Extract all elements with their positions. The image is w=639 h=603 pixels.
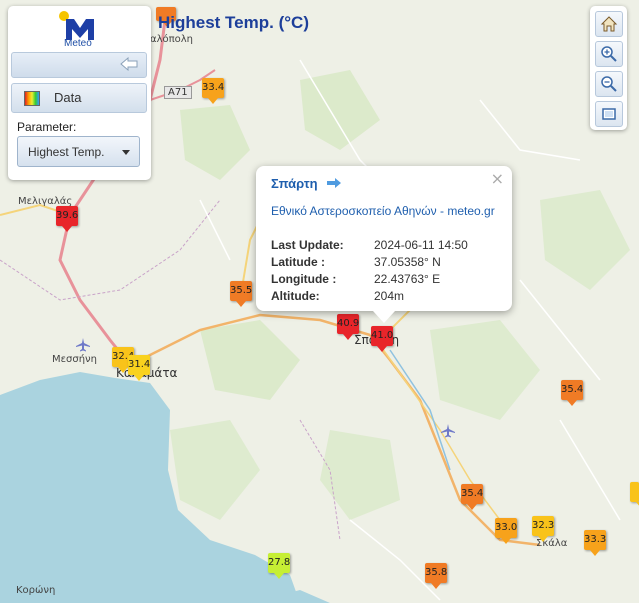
airport-icon bbox=[76, 338, 90, 352]
zoom-out-icon bbox=[601, 76, 617, 92]
station-marker[interactable]: 31.4 bbox=[128, 355, 150, 381]
zoom-in-button[interactable] bbox=[595, 41, 623, 67]
popup-field-label: Altitude: bbox=[271, 289, 320, 303]
popup-pointer bbox=[373, 311, 395, 323]
parameter-select-value: Highest Temp. bbox=[28, 145, 105, 159]
station-marker[interactable]: 35.8 bbox=[425, 563, 447, 589]
collapse-panel-button[interactable] bbox=[11, 52, 147, 78]
station-marker[interactable]: 32.3 bbox=[532, 516, 554, 542]
data-button[interactable]: Data bbox=[11, 83, 147, 113]
station-marker[interactable]: 27.8 bbox=[268, 553, 290, 579]
popup-station-name[interactable]: Σπάρτη bbox=[271, 176, 318, 191]
popup-field-value: 2024-06-11 14:50 bbox=[374, 238, 468, 252]
popup-field-value: 22.43763° E bbox=[374, 272, 441, 286]
home-button[interactable] bbox=[595, 11, 623, 37]
station-marker[interactable]: 33.3 bbox=[584, 530, 606, 556]
control-panel: Meteo Data Parameter: Highest Temp. bbox=[8, 6, 151, 180]
popup-field-value: 204m bbox=[374, 289, 405, 303]
chevron-down-icon bbox=[122, 150, 130, 155]
popup-field-label: Longitude : bbox=[271, 272, 337, 286]
home-icon bbox=[600, 16, 618, 32]
extent-icon bbox=[602, 108, 616, 120]
station-marker[interactable]: 35.4 bbox=[461, 484, 483, 510]
map-tools bbox=[590, 6, 627, 130]
station-marker-partial[interactable] bbox=[630, 482, 639, 508]
parameter-select[interactable]: Highest Temp. bbox=[17, 136, 140, 167]
road-shield-a71: A71 bbox=[164, 86, 192, 99]
airport-icon bbox=[441, 424, 455, 438]
station-marker[interactable]: 39.6 bbox=[56, 206, 78, 232]
place-label-messini: Μεσσήνη bbox=[52, 354, 97, 365]
color-scale-icon bbox=[24, 91, 40, 106]
data-button-label: Data bbox=[54, 90, 82, 105]
popup-field-label: Last Update: bbox=[271, 238, 344, 252]
station-marker[interactable]: 33.4 bbox=[202, 78, 224, 104]
logo-text: Meteo bbox=[64, 38, 92, 49]
station-marker[interactable]: 35.4 bbox=[561, 380, 583, 406]
arrow-right-icon[interactable] bbox=[326, 177, 342, 189]
parameter-label: Parameter: bbox=[17, 120, 77, 134]
place-label-megalopoli: αλόπολη bbox=[150, 34, 194, 45]
station-popup: × Σπάρτη Εθνικό Αστεροσκοπείο Αθηνών - m… bbox=[256, 166, 512, 323]
station-marker-selected[interactable]: 41.0 bbox=[371, 326, 393, 352]
close-icon[interactable]: × bbox=[491, 169, 504, 188]
station-marker[interactable]: 33.0 bbox=[495, 518, 517, 544]
zoom-out-button[interactable] bbox=[595, 71, 623, 97]
popup-field-value: 37.05358° N bbox=[374, 255, 441, 269]
zoom-in-icon bbox=[601, 46, 617, 62]
map-title: Highest Temp. (°C) bbox=[158, 13, 309, 32]
place-label-koroni: Κορώνη bbox=[16, 585, 56, 596]
popup-source-link[interactable]: Εθνικό Αστεροσκοπείο Αθηνών - meteo.gr bbox=[271, 204, 495, 218]
popup-field-label: Latitude : bbox=[271, 255, 325, 269]
full-extent-button[interactable] bbox=[595, 101, 623, 127]
arrow-left-icon bbox=[120, 57, 138, 71]
station-marker[interactable]: 40.9 bbox=[337, 314, 359, 340]
station-marker[interactable]: 35.5 bbox=[230, 281, 252, 307]
